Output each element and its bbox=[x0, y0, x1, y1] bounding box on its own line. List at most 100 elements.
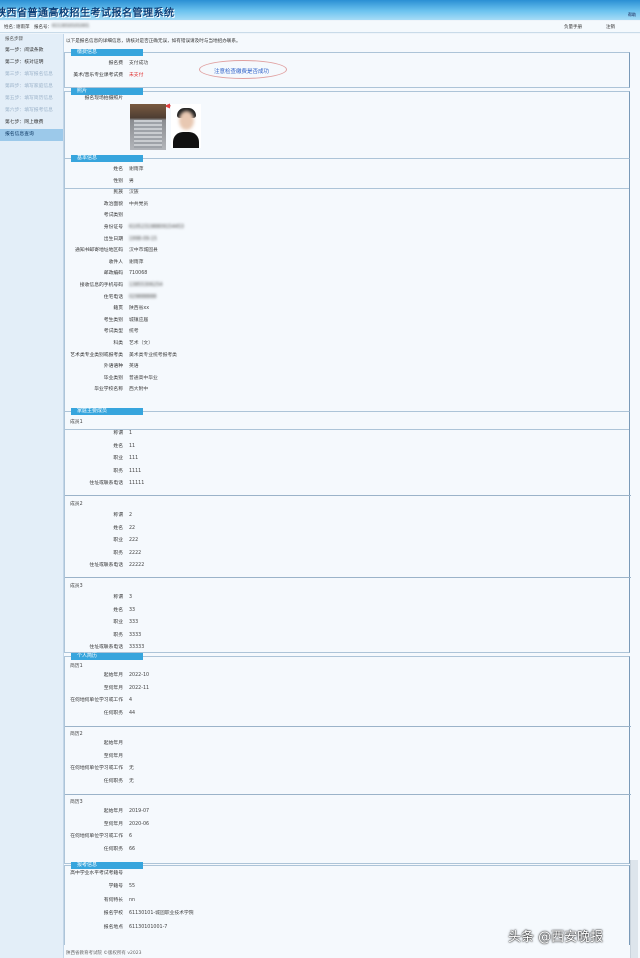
app-title: 陕西省普通高校招生考试报名管理系统 bbox=[0, 8, 175, 19]
field-label: 起始年月 bbox=[103, 673, 123, 678]
logout-link[interactable]: 注销 bbox=[606, 24, 615, 30]
field-label: 称谓 bbox=[113, 595, 123, 600]
group-heading: 简历3 bbox=[70, 800, 83, 805]
field-value: 2222 bbox=[129, 550, 142, 556]
field-value: 谢雨萍 bbox=[129, 167, 144, 172]
scene-photo bbox=[130, 104, 166, 150]
field-label: 姓名 bbox=[113, 443, 123, 449]
group-heading: 简历2 bbox=[70, 732, 83, 737]
field-value: 33 bbox=[129, 607, 136, 613]
family-section: 家庭主要成员 成员1 称谓 1 姓名 11 职业 111 职务 1111 住址或联系电话 11111… bbox=[64, 408, 631, 653]
group-divider bbox=[65, 794, 631, 795]
app-banner: 陕西省普通高校招生考试报名管理系统 帮助 bbox=[0, 0, 640, 20]
field-label: 在何地何单位学习或工作 bbox=[70, 766, 123, 772]
field-value: 111 bbox=[129, 456, 139, 461]
field-value: 城镇应届 bbox=[129, 317, 149, 323]
id-label: 报名号： bbox=[34, 25, 52, 30]
field-label: 毕业类别 bbox=[103, 375, 123, 381]
sidebar-title: 报名步骤 bbox=[5, 37, 23, 42]
field-label: 住址或联系电话 bbox=[89, 645, 123, 650]
field-value: 普通高中毕业 bbox=[129, 375, 158, 381]
field-label: 收件人 bbox=[108, 259, 123, 265]
field-label: 职务 bbox=[113, 468, 123, 474]
field-value: 13855306254 bbox=[129, 283, 163, 288]
field-value: 222 bbox=[129, 538, 139, 543]
field-label: 职业 bbox=[113, 620, 123, 625]
field-label: 考生类别 bbox=[103, 317, 123, 323]
field-value: 美术类专业统考报考类 bbox=[129, 352, 177, 358]
field-value: 3 bbox=[129, 595, 133, 600]
field-value: 333 bbox=[129, 620, 139, 625]
field-value: 61130101001-7 bbox=[129, 924, 168, 930]
photo-label: 报名现场拍摄照片 bbox=[84, 96, 123, 101]
banner-help-link[interactable]: 帮助 bbox=[628, 12, 636, 18]
sidebar-item-step1[interactable]: 第一步：阅读条款 bbox=[0, 45, 63, 57]
field-label: 报名学校 bbox=[103, 911, 123, 917]
field-value: 55 bbox=[129, 884, 136, 890]
field-value: 610523198809154453 bbox=[129, 225, 184, 230]
field-value: 陕西省xx bbox=[129, 306, 150, 312]
field-value: 2 bbox=[129, 513, 133, 518]
sidebar-item-query[interactable]: 报名信息查询 bbox=[0, 129, 63, 141]
field-value: 汉中市城固县 bbox=[129, 248, 158, 254]
field-label: 通知书邮寄地址地区码 bbox=[75, 248, 123, 254]
field-label: 报名地点 bbox=[103, 924, 123, 930]
field-value: 中共党员 bbox=[129, 201, 149, 207]
footer-text: 陕西省教育考试院 ©版权所有 v2023 bbox=[66, 951, 142, 956]
field-value: 11111 bbox=[129, 481, 145, 486]
field-label: 科类 bbox=[113, 341, 123, 346]
field-label: 至何年月 bbox=[103, 753, 123, 759]
field-label: 在何地何单位学习或工作 bbox=[70, 834, 123, 840]
group-heading: 成员1 bbox=[70, 420, 83, 425]
field-value: 谢雨萍 bbox=[129, 259, 144, 265]
sidebar-item-step7[interactable]: 第七步：网上缴费 bbox=[0, 117, 63, 129]
field-label: 毕业学校名称 bbox=[94, 387, 123, 393]
group-heading: 简历1 bbox=[70, 664, 83, 669]
sidebar-item-step3[interactable]: 第三步：填写报名信息 bbox=[0, 69, 63, 81]
help-manual-link[interactable]: 负量手册 bbox=[564, 24, 582, 30]
field-value: 艺术（文） bbox=[129, 341, 153, 346]
field-value: 33333 bbox=[129, 645, 145, 650]
field-label: 起始年月 bbox=[103, 741, 123, 746]
user-info-bar: 姓名： 谢雨萍 报名号： 6113010101001 负量手册 注销 bbox=[0, 21, 640, 33]
sidebar-item-step5[interactable]: 第五步：填写简历信息 bbox=[0, 93, 63, 105]
field-value: 66 bbox=[129, 846, 136, 852]
field-label: 职务 bbox=[113, 632, 123, 638]
field-value: 11 bbox=[129, 443, 136, 449]
field-label: 职务 bbox=[113, 550, 123, 556]
family-section-title: 家庭主要成员 bbox=[71, 408, 143, 415]
basic-info-section: 基本信息 姓名 谢雨萍 性别男民族 汉族 政治面貌 中共党员 考试类别 身份证号 6105231… bbox=[64, 155, 630, 430]
field-value: nn bbox=[129, 897, 136, 903]
scrollbar[interactable] bbox=[630, 860, 638, 958]
resume-section: 个人简历 简历1 起始年月 2022-10 至何年月 2022-11 在何地何单位学习或工… bbox=[64, 653, 631, 864]
field-label: 至何年月 bbox=[103, 821, 123, 827]
field-label: 外语语种 bbox=[103, 364, 123, 370]
name-value: 谢雨萍 bbox=[16, 25, 30, 30]
group-heading: 成员2 bbox=[70, 502, 83, 507]
field-label: 民族 bbox=[113, 190, 123, 196]
sidebar-item-step2[interactable]: 第二步：核对证明 bbox=[0, 57, 63, 69]
field-value: 3333 bbox=[129, 632, 142, 638]
group-divider bbox=[65, 577, 631, 578]
field-label: 任何职务 bbox=[103, 778, 123, 784]
basic-info-section-title: 基本信息 bbox=[71, 155, 143, 162]
field-value: 汉族 bbox=[129, 190, 139, 196]
field-value: 2020-06 bbox=[129, 821, 150, 827]
field-value: 2019-07 bbox=[129, 809, 150, 814]
field-label: 考试类型 bbox=[103, 329, 123, 335]
field-value: 22 bbox=[129, 525, 136, 531]
field-label: 身份证号 bbox=[103, 225, 123, 230]
field-value: 无 bbox=[129, 766, 134, 772]
sidebar-item-step6[interactable]: 第六步：填写报考信息 bbox=[0, 105, 63, 117]
sidebar: 报名步骤 第一步：阅读条款 第二步：核对证明 第三步：填写报名信息 第四步：填写… bbox=[0, 34, 64, 958]
sidebar-item-step4[interactable]: 第四步：填写家庭信息 bbox=[0, 81, 63, 93]
group-divider bbox=[65, 726, 631, 727]
watermark: 头条 @西安晚报 bbox=[508, 930, 604, 945]
field-label: 学籍号 bbox=[108, 884, 123, 890]
field-value: 1998-09-15 bbox=[129, 236, 157, 242]
field-label: 住宅电话 bbox=[103, 294, 123, 300]
field-label: 出生日期 bbox=[103, 236, 123, 242]
field-value: 2022-10 bbox=[129, 673, 150, 678]
field-label: 考试类别 bbox=[103, 213, 123, 219]
field-value: 男 bbox=[129, 178, 134, 184]
